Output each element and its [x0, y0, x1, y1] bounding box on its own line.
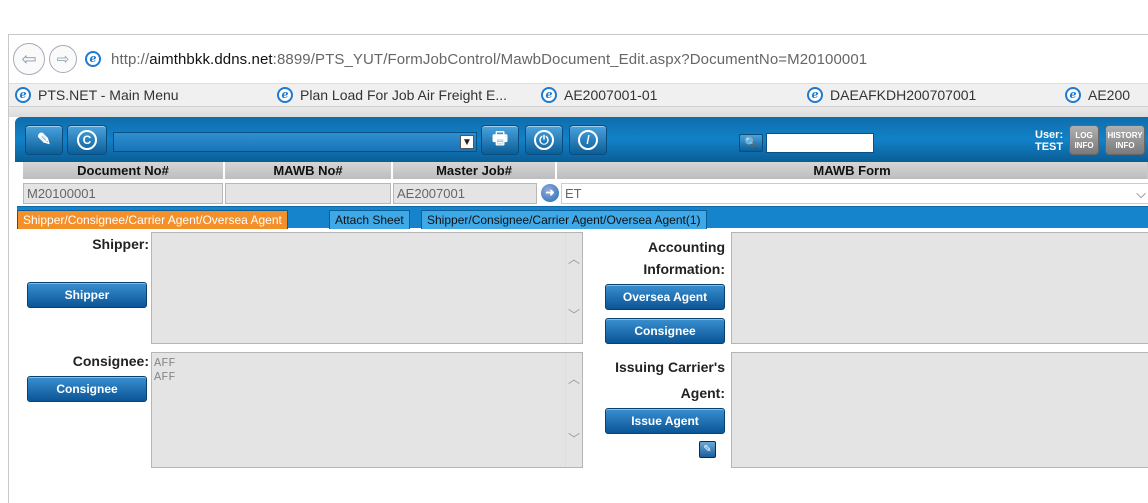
accounting-information-textarea[interactable] — [731, 232, 1148, 344]
power-icon: ⏻ — [534, 130, 554, 150]
consignee-textarea[interactable]: AFF AFF ︿ ﹀ — [151, 352, 583, 468]
log-info-button[interactable]: LOG INFO — [1069, 125, 1099, 155]
mawb-form-select[interactable]: ET ⌵ — [561, 183, 1148, 204]
mawb-no-field[interactable] — [225, 183, 391, 204]
scrollbar[interactable]: ︿ ﹀ — [565, 233, 582, 343]
url-path: :8899/PTS_YUT/FormJobControl/MawbDocumen… — [272, 50, 868, 68]
user-info: User: TEST — [1035, 129, 1063, 153]
document-select[interactable]: ▼ — [113, 132, 477, 152]
favorite-label: PTS.NET - Main Menu — [38, 87, 179, 103]
mawb-no-header: MAWB No# — [225, 162, 393, 179]
header-values-row: M20100001 AE2007001 ➜ ET ⌵ — [23, 180, 1148, 206]
chevron-up-icon: ︿ — [568, 373, 581, 387]
shipper-textarea[interactable]: ︿ ﹀ — [151, 232, 583, 344]
shipper-label: Shipper: — [92, 236, 149, 252]
chevron-down-icon: ﹀ — [568, 433, 581, 447]
ie-icon: e — [541, 87, 557, 103]
power-button[interactable]: ⏻ — [525, 125, 563, 155]
accounting-label-line-1: Accounting — [648, 239, 725, 255]
search-button[interactable]: 🔍 — [739, 134, 763, 152]
browser-window: ⇦ ⇨ e http://aimthbkk.ddns.net:8899/PTS_… — [8, 34, 1148, 503]
log-info-label: LOG INFO — [1074, 131, 1094, 150]
master-job-header: Master Job# — [393, 162, 557, 179]
favorite-item[interactable]: e DAEAFKDH200707001 — [807, 87, 976, 103]
tab-bar: Shipper/Consignee/Carrier Agent/Oversea … — [17, 206, 1148, 229]
chevron-down-icon: ⌵ — [1136, 186, 1146, 201]
history-info-button[interactable]: HISTORY INFO — [1105, 125, 1145, 155]
print-button[interactable]: 🖶 — [481, 125, 519, 155]
url-host: aimthbkk.ddns.net — [149, 50, 273, 68]
consignee-label: Consignee: — [72, 353, 149, 369]
forward-button[interactable]: ⇨ — [49, 45, 77, 73]
tab-shipper-consignee[interactable]: Shipper/Consignee/Carrier Agent/Oversea … — [17, 210, 288, 229]
search-input[interactable] — [766, 133, 874, 153]
chevron-down-icon: ﹀ — [568, 309, 581, 323]
favorite-label: AE2007001-01 — [564, 87, 658, 103]
app-toolbar: ✎ C ▼ 🖶 ⏻ / 🔍 User: TEST LOG INFO HISTORY… — [15, 117, 1148, 162]
edit-button[interactable]: ✎ — [25, 125, 63, 155]
copy-button[interactable]: C — [67, 125, 107, 155]
user-name: TEST — [1035, 141, 1064, 153]
favorite-label: DAEAFKDH200707001 — [830, 87, 977, 103]
master-job-field[interactable]: AE2007001 — [393, 183, 537, 204]
back-arrow-icon: ⇦ — [21, 48, 37, 69]
history-info-label: HISTORY INFO — [1107, 131, 1143, 150]
forward-arrow-icon: ⇨ — [56, 51, 70, 68]
go-arrow-icon[interactable]: ➜ — [541, 184, 559, 202]
issuing-carrier-agent-textarea[interactable] — [731, 352, 1148, 468]
mawb-form-value: ET — [565, 186, 582, 201]
tab-attach-sheet[interactable]: Attach Sheet — [329, 210, 410, 229]
consignee-button[interactable]: Consignee — [27, 376, 147, 402]
favorite-item[interactable]: e Plan Load For Job Air Freight E... — [277, 87, 507, 103]
mawb-form-header: MAWB Form — [557, 162, 1147, 179]
issue-agent-button[interactable]: Issue Agent — [605, 408, 725, 434]
url-prefix: http:// — [111, 50, 150, 68]
issuing-carrier-agent-label: Issuing Carrier's Agent: — [599, 354, 725, 406]
clock-icon: / — [578, 130, 598, 150]
chevron-down-icon: ▼ — [460, 135, 474, 149]
issuing-label-line-1: Issuing Carrier's — [615, 359, 725, 375]
favorite-item[interactable]: e AE200 — [1065, 87, 1130, 103]
url-field[interactable]: http://aimthbkk.ddns.net:8899/PTS_YUT/Fo… — [111, 51, 867, 68]
favorite-label: AE200 — [1088, 87, 1131, 103]
favorite-label: Plan Load For Job Air Freight E... — [300, 87, 507, 103]
key-icon: 🔍 — [744, 137, 758, 149]
consignee-button-2[interactable]: Consignee — [605, 318, 725, 344]
app-top-spacer — [9, 107, 1148, 117]
oversea-agent-button[interactable]: Oversea Agent — [605, 284, 725, 310]
ie-icon: e — [85, 51, 101, 67]
scrollbar[interactable]: ︿ ﹀ — [565, 353, 582, 467]
user-label: User: — [1035, 129, 1064, 141]
favorite-item[interactable]: e PTS.NET - Main Menu — [15, 87, 179, 103]
pencil-icon: ✎ — [36, 130, 52, 149]
issuing-label-line-2: Agent: — [680, 385, 725, 401]
address-bar-row: ⇦ ⇨ e http://aimthbkk.ddns.net:8899/PTS_… — [9, 35, 1148, 83]
tab-shipper-consignee-1[interactable]: Shipper/Consignee/Carrier Agent/Oversea … — [421, 210, 707, 229]
ie-icon: e — [807, 87, 823, 103]
form-body: Shipper: Shipper ︿ ﹀ Consignee: Consignee… — [9, 228, 1148, 468]
favorite-item[interactable]: e AE2007001-01 — [541, 87, 657, 103]
accounting-information-label: Accounting Information: — [599, 236, 725, 280]
favorites-bar: e PTS.NET - Main Menu e Plan Load For Job … — [9, 83, 1148, 107]
copyright-icon: C — [77, 130, 97, 150]
document-no-field[interactable]: M20100001 — [23, 183, 223, 204]
back-button[interactable]: ⇦ — [13, 43, 45, 75]
shipper-button[interactable]: Shipper — [27, 282, 147, 308]
printer-icon: 🖶 — [491, 128, 509, 148]
ie-icon: e — [1065, 87, 1081, 103]
ie-icon: e — [15, 87, 31, 103]
document-no-header: Document No# — [23, 162, 225, 179]
accounting-label-line-2: Information: — [643, 261, 725, 277]
edit-agent-icon[interactable]: ✎ — [699, 441, 716, 458]
chevron-up-icon: ︿ — [568, 253, 581, 267]
info-button[interactable]: / — [569, 125, 607, 155]
header-row: Document No# MAWB No# Master Job# MAWB F… — [23, 162, 1148, 180]
consignee-text: AFF AFF — [154, 356, 176, 384]
ie-icon: e — [277, 87, 293, 103]
